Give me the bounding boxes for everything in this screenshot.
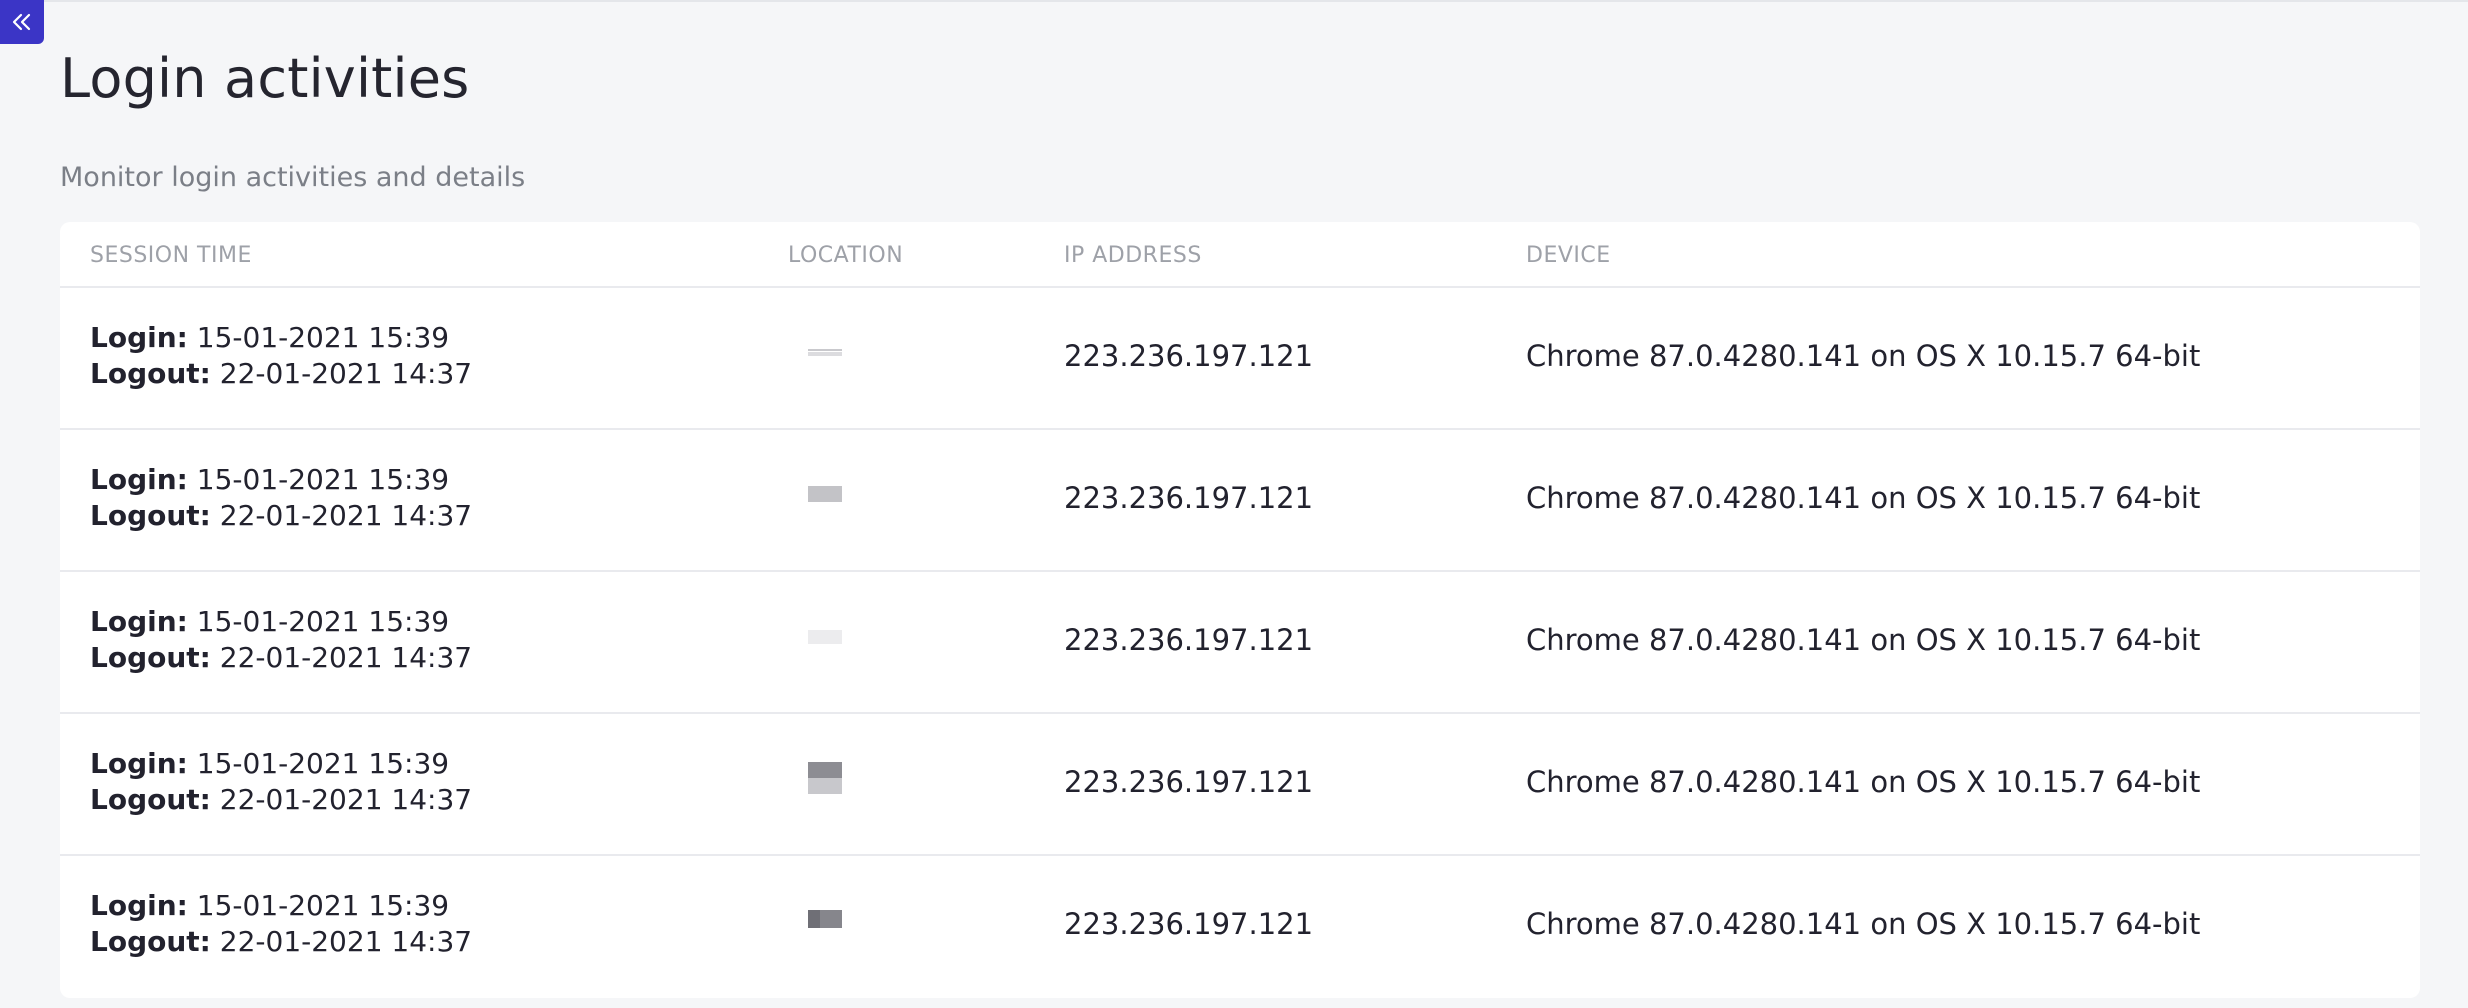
top-border bbox=[0, 0, 2468, 2]
logout-line: Logout: 22-01-2021 14:37 bbox=[90, 924, 472, 960]
page-header: Login activities Monitor login activitie… bbox=[60, 44, 525, 193]
flag-icon bbox=[808, 630, 842, 644]
ip-address-cell: 223.236.197.121 bbox=[1064, 623, 1314, 657]
logout-line: Logout: 22-01-2021 14:37 bbox=[90, 782, 472, 818]
table-row: Login: 15-01-2021 15:39 Logout: 22-01-20… bbox=[60, 288, 2420, 430]
logout-time: 22-01-2021 14:37 bbox=[219, 925, 473, 958]
header-ip-address: IP ADDRESS bbox=[1064, 243, 1202, 268]
location-cell bbox=[788, 430, 880, 570]
ip-address-cell: 223.236.197.121 bbox=[1064, 339, 1314, 373]
header-session-time: SESSION TIME bbox=[90, 243, 252, 268]
location-cell bbox=[788, 288, 880, 428]
flag-icon bbox=[808, 910, 842, 928]
chevrons-double-left-icon bbox=[12, 13, 31, 31]
logout-label: Logout: bbox=[90, 783, 211, 816]
login-line: Login: 15-01-2021 15:39 bbox=[90, 320, 472, 356]
table-header: SESSION TIME LOCATION IP ADDRESS DEVICE bbox=[60, 222, 2420, 288]
flag-icon bbox=[808, 349, 842, 356]
table-row: Login: 15-01-2021 15:39 Logout: 22-01-20… bbox=[60, 430, 2420, 572]
device-cell: Chrome 87.0.4280.141 on OS X 10.15.7 64-… bbox=[1526, 339, 2201, 373]
table-row: Login: 15-01-2021 15:39 Logout: 22-01-20… bbox=[60, 714, 2420, 856]
table-row: Login: 15-01-2021 15:39 Logout: 22-01-20… bbox=[60, 572, 2420, 714]
logout-time: 22-01-2021 14:37 bbox=[219, 783, 473, 816]
login-line: Login: 15-01-2021 15:39 bbox=[90, 888, 472, 924]
session-time-cell: Login: 15-01-2021 15:39 Logout: 22-01-20… bbox=[90, 888, 472, 960]
location-cell bbox=[788, 572, 880, 712]
login-time: 15-01-2021 15:39 bbox=[196, 889, 450, 922]
logout-line: Logout: 22-01-2021 14:37 bbox=[90, 356, 472, 392]
flag-icon bbox=[808, 486, 842, 502]
device-cell: Chrome 87.0.4280.141 on OS X 10.15.7 64-… bbox=[1526, 481, 2201, 515]
logout-label: Logout: bbox=[90, 925, 211, 958]
logout-time: 22-01-2021 14:37 bbox=[219, 499, 473, 532]
device-cell: Chrome 87.0.4280.141 on OS X 10.15.7 64-… bbox=[1526, 623, 2201, 657]
login-label: Login: bbox=[90, 463, 188, 496]
page-subtitle: Monitor login activities and details bbox=[60, 162, 526, 193]
login-time: 15-01-2021 15:39 bbox=[196, 605, 450, 638]
login-label: Login: bbox=[90, 605, 188, 638]
session-time-cell: Login: 15-01-2021 15:39 Logout: 22-01-20… bbox=[90, 746, 472, 818]
device-cell: Chrome 87.0.4280.141 on OS X 10.15.7 64-… bbox=[1526, 765, 2201, 799]
flag-icon bbox=[808, 762, 842, 794]
login-time: 15-01-2021 15:39 bbox=[196, 747, 450, 780]
ip-address-cell: 223.236.197.121 bbox=[1064, 765, 1314, 799]
location-cell bbox=[788, 714, 880, 854]
page-title: Login activities bbox=[60, 47, 470, 110]
ip-address-cell: 223.236.197.121 bbox=[1064, 481, 1314, 515]
login-label: Login: bbox=[90, 889, 188, 922]
ip-address-cell: 223.236.197.121 bbox=[1064, 907, 1314, 941]
location-cell bbox=[788, 856, 880, 996]
login-line: Login: 15-01-2021 15:39 bbox=[90, 746, 472, 782]
device-cell: Chrome 87.0.4280.141 on OS X 10.15.7 64-… bbox=[1526, 907, 2201, 941]
sidebar-collapse-button[interactable] bbox=[0, 0, 44, 44]
login-line: Login: 15-01-2021 15:39 bbox=[90, 462, 472, 498]
logout-line: Logout: 22-01-2021 14:37 bbox=[90, 498, 472, 534]
login-label: Login: bbox=[90, 321, 188, 354]
logout-label: Logout: bbox=[90, 357, 211, 390]
logout-time: 22-01-2021 14:37 bbox=[219, 641, 473, 674]
logout-label: Logout: bbox=[90, 641, 211, 674]
table-row: Login: 15-01-2021 15:39 Logout: 22-01-20… bbox=[60, 856, 2420, 998]
logout-time: 22-01-2021 14:37 bbox=[219, 357, 473, 390]
session-time-cell: Login: 15-01-2021 15:39 Logout: 22-01-20… bbox=[90, 320, 472, 392]
login-time: 15-01-2021 15:39 bbox=[196, 321, 450, 354]
session-time-cell: Login: 15-01-2021 15:39 Logout: 22-01-20… bbox=[90, 462, 472, 534]
login-label: Login: bbox=[90, 747, 188, 780]
header-device: DEVICE bbox=[1526, 243, 1611, 268]
login-time: 15-01-2021 15:39 bbox=[196, 463, 450, 496]
session-time-cell: Login: 15-01-2021 15:39 Logout: 22-01-20… bbox=[90, 604, 472, 676]
login-line: Login: 15-01-2021 15:39 bbox=[90, 604, 472, 640]
logout-line: Logout: 22-01-2021 14:37 bbox=[90, 640, 472, 676]
logout-label: Logout: bbox=[90, 499, 211, 532]
header-location: LOCATION bbox=[788, 243, 904, 268]
login-activities-table: SESSION TIME LOCATION IP ADDRESS DEVICE … bbox=[60, 222, 2420, 998]
